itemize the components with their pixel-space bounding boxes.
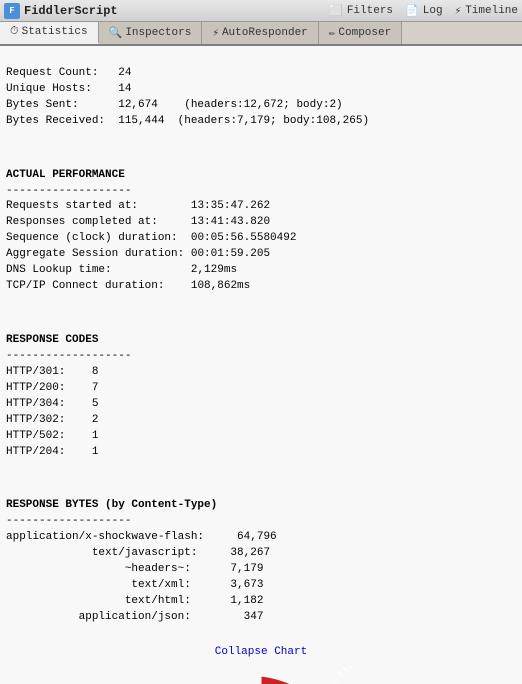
collapse-chart-row: Collapse Chart [6,646,516,658]
bytes-javascript: text/javascript: 38,267 [6,547,270,559]
response-bytes-header: RESPONSE BYTES (by Content-Type) [6,499,217,511]
separator-1: ------------------- [6,185,131,197]
dns-label: DNS Lookup time: [6,264,191,276]
filters-btn[interactable]: ⬜ Filters [329,4,393,18]
tab-statistics[interactable]: ⏱ Statistics [0,22,99,44]
composer-tab-label: Composer [338,27,391,39]
dns-value: 2,129ms [191,264,237,276]
bytes-headers: ~headers~: 7,179 [6,563,263,575]
response-bytes-block: RESPONSE BYTES (by Content-Type) -------… [6,482,516,641]
bytes-received-value: 115,444 [118,115,164,127]
aggregate-label: Aggregate Session duration: [6,248,191,260]
unique-hosts-label: Unique Hosts: [6,83,118,95]
requests-started-value: 13:35:47.262 [191,200,270,212]
label-flash: x-shockwave-flash [290,666,365,684]
autoresponder-tab-icon: ⚡ [212,26,219,40]
timeline-btn[interactable]: ⚡ Timeline [455,4,518,18]
aggregate-value: 00:01:59.205 [191,248,270,260]
tab-bar: ⏱ Statistics 🔍 Inspectors ⚡ AutoResponde… [0,22,522,46]
stats-block: Request Count: 24 Unique Hosts: 14 Bytes… [6,50,516,146]
log-btn[interactable]: 📄 Log [405,4,443,18]
autoresponder-tab-label: AutoResponder [222,27,308,39]
chart-container: x-shockwave-flash xml ~headers~ javascri… [6,666,516,684]
tab-composer[interactable]: ✏ Composer [319,22,402,44]
http-302: HTTP/302: 2 [6,414,98,426]
separator-3: ------------------- [6,515,131,527]
content-area: Request Count: 24 Unique Hosts: 14 Bytes… [0,46,522,684]
actual-performance-block: ACTUAL PERFORMANCE ------------------- R… [6,152,516,311]
statistics-tab-label: Statistics [22,26,88,38]
app-title: FiddlerScript [24,4,118,18]
bytes-received-detail: (headers:7,179; body:108,265) [178,115,369,127]
request-count-value: 24 [118,67,131,79]
separator-2: ------------------- [6,350,131,362]
responses-completed-label: Responses completed at: [6,216,191,228]
requests-started-label: Requests started at: [6,200,191,212]
bytes-flash: application/x-shockwave-flash: 64,796 [6,531,277,543]
tab-inspectors[interactable]: 🔍 Inspectors [99,22,203,44]
inspectors-tab-label: Inspectors [125,27,191,39]
response-codes-block: RESPONSE CODES ------------------- HTTP/… [6,317,516,476]
responses-completed-value: 13:41:43.820 [191,216,270,228]
title-bar: F FiddlerScript ⬜ Filters 📄 Log ⚡ Timeli… [0,0,522,22]
http-200: HTTP/200: 7 [6,382,98,394]
app-icon: F [4,3,20,19]
tcpip-label: TCP/IP Connect duration: [6,280,191,292]
slice-flash [180,676,354,684]
sequence-value: 00:05:56.5580492 [191,232,297,244]
bytes-sent-value: 12,674 [118,99,158,111]
pie-chart: x-shockwave-flash xml ~headers~ javascri… [131,666,391,684]
http-502: HTTP/502: 1 [6,430,98,442]
titlebar-buttons: ⬜ Filters 📄 Log ⚡ Timeline [329,4,518,18]
tab-autoresponder[interactable]: ⚡ AutoResponder [202,22,318,44]
inspectors-tab-icon: 🔍 [109,26,123,40]
tcpip-value: 108,862ms [191,280,250,292]
collapse-chart-button[interactable]: Collapse Chart [215,646,307,658]
sequence-label: Sequence (clock) duration: [6,232,191,244]
statistics-tab-icon: ⏱ [10,26,19,38]
bytes-json: application/json: 347 [6,611,263,623]
http-301: HTTP/301: 8 [6,366,98,378]
http-204: HTTP/204: 1 [6,446,98,458]
unique-hosts-value: 14 [118,83,131,95]
http-304: HTTP/304: 5 [6,398,98,410]
actual-perf-header: ACTUAL PERFORMANCE [6,169,125,181]
bytes-received-label: Bytes Received: [6,115,118,127]
composer-tab-icon: ✏ [329,26,336,40]
bytes-xml: text/xml: 3,673 [6,579,263,591]
response-codes-header: RESPONSE CODES [6,334,98,346]
bytes-html: text/html: 1,182 [6,595,263,607]
bytes-sent-label: Bytes Sent: [6,99,118,111]
request-count-label: Request Count: [6,67,118,79]
bytes-sent-detail: (headers:12,672; body:2) [184,99,342,111]
